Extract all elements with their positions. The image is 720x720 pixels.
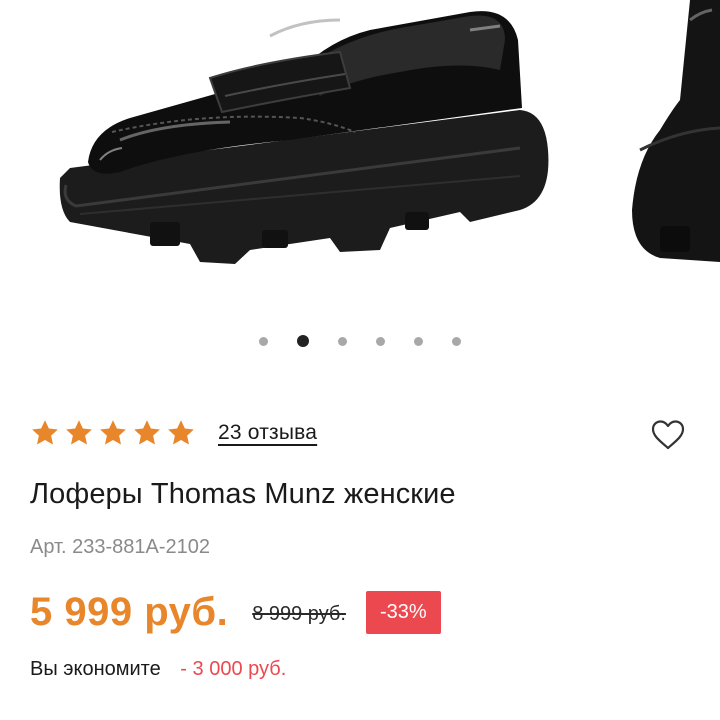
savings-value: - 3 000 руб. — [180, 658, 287, 680]
star-icon — [66, 420, 92, 445]
savings-label: Вы экономите — [30, 658, 161, 680]
gallery-dot-active[interactable] — [297, 335, 309, 347]
discount-badge: -33% — [365, 591, 441, 634]
current-price: 5 999 руб. — [30, 590, 229, 634]
product-sku: Арт. 233-881A-2102 — [30, 536, 210, 558]
gallery-dot[interactable] — [452, 336, 461, 346]
savings-row: Вы экономите - 3 000 руб. — [30, 658, 286, 681]
heart-outline-icon[interactable] — [650, 419, 686, 451]
rating-row: 23 отзыва — [30, 418, 317, 448]
gallery-dot[interactable] — [414, 336, 423, 346]
gallery-dot[interactable] — [376, 336, 385, 346]
star-rating — [30, 418, 196, 448]
gallery-dot[interactable] — [259, 336, 268, 346]
old-price: 8 999 руб. — [252, 603, 346, 625]
product-image-gallery[interactable] — [0, 0, 720, 370]
star-icon — [168, 420, 194, 445]
black-patent-loafers-icon — [59, 0, 720, 264]
price-row: 5 999 руб. 8 999 руб. -33% — [30, 590, 441, 635]
star-icon — [100, 420, 126, 445]
star-icon — [32, 420, 58, 445]
reviews-link[interactable]: 23 отзыва — [218, 421, 317, 445]
product-title: Лоферы Thomas Munz женские — [30, 478, 456, 510]
gallery-pagination — [0, 335, 720, 347]
star-icon — [134, 420, 160, 445]
gallery-dot[interactable] — [338, 336, 347, 346]
